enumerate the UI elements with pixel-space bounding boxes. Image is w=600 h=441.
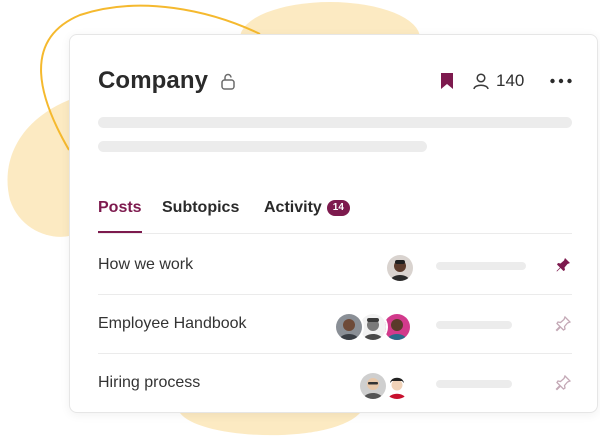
post-row-employee-handbook[interactable]: Employee Handbook: [98, 295, 572, 354]
post-title: Employee Handbook: [98, 315, 247, 332]
post-meta-placeholder: [436, 262, 526, 270]
tab-posts[interactable]: Posts: [98, 199, 142, 233]
post-title: How we work: [98, 256, 194, 273]
group-title: Company: [98, 67, 209, 94]
activity-count-badge: 14: [326, 200, 350, 216]
avatar-5: [358, 371, 388, 401]
post-meta-placeholder: [436, 380, 512, 388]
description-placeholder-line-1: [98, 117, 572, 128]
members-button[interactable]: 140: [472, 71, 524, 91]
yellow-blob-left: [7, 100, 69, 237]
member-count: 140: [496, 71, 525, 90]
tab-subtopics[interactable]: Subtopics: [162, 199, 239, 233]
description-placeholder-line-2: [98, 141, 427, 152]
person-icon: [473, 73, 489, 90]
post-title: Hiring process: [98, 374, 201, 391]
post-row-how-we-work[interactable]: How we work: [98, 236, 572, 295]
lock-icon: [221, 73, 235, 90]
avatar-2: [334, 312, 364, 342]
tab-posts-label: Posts: [98, 199, 142, 216]
post-meta-placeholder: [436, 321, 512, 329]
group-card: Company 140 Posts Subtopics Activity 14 H…: [69, 34, 598, 413]
tab-activity[interactable]: Activity 14: [264, 199, 350, 233]
pin-icon[interactable]: [555, 316, 571, 332]
yellow-blob-bottom: [180, 413, 360, 436]
more-horizontal-icon[interactable]: [549, 76, 573, 86]
tab-subtopics-label: Subtopics: [162, 199, 240, 216]
post-row-hiring-process[interactable]: Hiring process: [98, 354, 572, 412]
tab-bar: Posts Subtopics Activity 14: [98, 195, 572, 234]
pin-icon[interactable]: [555, 257, 571, 273]
avatar-1: [385, 253, 415, 283]
pin-icon[interactable]: [555, 375, 571, 391]
bookmark-icon[interactable]: [439, 72, 455, 90]
tab-activity-label: Activity: [264, 199, 322, 216]
